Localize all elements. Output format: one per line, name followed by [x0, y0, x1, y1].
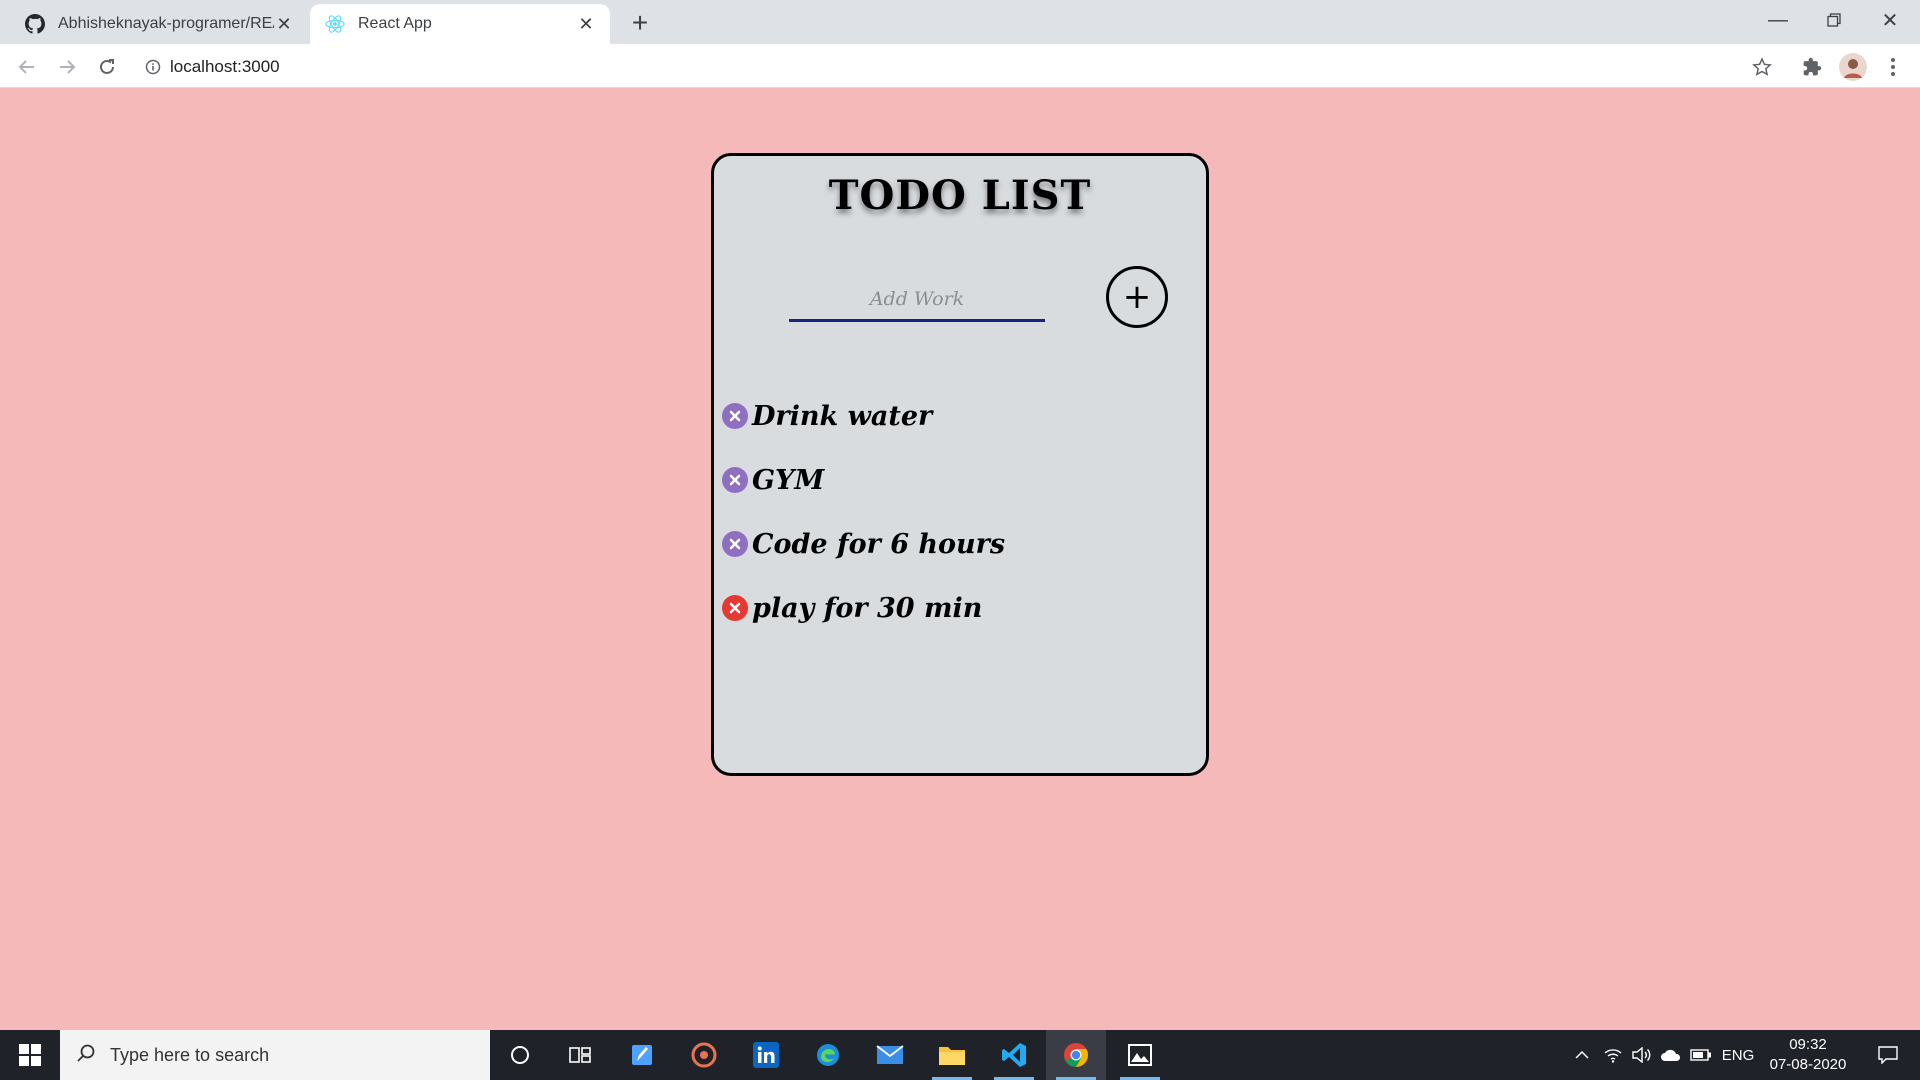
- todo-list: Drink water GYM Code for 6 hours play fo…: [722, 384, 1202, 640]
- bookmark-star-icon[interactable]: [1745, 50, 1779, 84]
- edge-browser-icon[interactable]: [798, 1030, 858, 1080]
- tab-title: React App: [358, 15, 432, 32]
- photos-icon[interactable]: [1110, 1030, 1170, 1080]
- todo-text: GYM: [752, 464, 825, 496]
- page-title: TODO LIST: [828, 172, 1092, 219]
- tab-github[interactable]: Abhisheknayak-programer/REAC ✕: [10, 4, 308, 44]
- todo-text: Code for 6 hours: [752, 528, 1006, 560]
- list-item: play for 30 min: [722, 576, 1202, 640]
- menu-dots-icon[interactable]: [1876, 50, 1910, 84]
- profile-avatar[interactable]: [1836, 50, 1870, 84]
- restore-icon[interactable]: [1806, 0, 1862, 40]
- tab-title: Abhisheknayak-programer/REAC: [58, 15, 274, 32]
- vscode-icon[interactable]: [984, 1030, 1044, 1080]
- extensions-puzzle-icon[interactable]: [1795, 50, 1829, 84]
- language-indicator[interactable]: ENG: [1718, 1030, 1758, 1080]
- delete-x-icon[interactable]: [722, 595, 748, 621]
- chrome-icon[interactable]: [1046, 1030, 1106, 1080]
- new-tab-button[interactable]: +: [622, 6, 658, 42]
- file-explorer-icon[interactable]: [922, 1030, 982, 1080]
- clock-time: 09:32: [1789, 1036, 1827, 1053]
- github-icon: [24, 13, 46, 35]
- search-icon: [76, 1043, 96, 1068]
- cortana-icon[interactable]: [490, 1030, 550, 1080]
- todo-text: play for 30 min: [752, 592, 983, 624]
- delete-x-icon[interactable]: [722, 467, 748, 493]
- page-background: TODO LIST + Drink water GYM Code for 6 h: [0, 88, 1920, 1030]
- media-player-icon[interactable]: [674, 1030, 734, 1080]
- linkedin-icon[interactable]: [736, 1030, 796, 1080]
- back-arrow-icon[interactable]: [10, 50, 44, 84]
- task-view-icon[interactable]: [550, 1030, 610, 1080]
- action-center-notification-icon[interactable]: [1868, 1030, 1908, 1080]
- url-text: localhost:3000: [170, 57, 280, 76]
- volume-speaker-icon[interactable]: [1628, 1030, 1654, 1080]
- list-item: GYM: [722, 448, 1202, 512]
- search-placeholder: Type here to search: [110, 1044, 270, 1065]
- tab-react-app[interactable]: React App ✕: [310, 4, 610, 44]
- delete-x-icon[interactable]: [722, 403, 748, 429]
- close-window-icon[interactable]: ✕: [1862, 0, 1918, 40]
- info-icon[interactable]: [136, 59, 170, 75]
- add-work-input[interactable]: [789, 278, 1045, 322]
- taskbar-clock[interactable]: 09:32 07-08-2020: [1760, 1035, 1856, 1075]
- todo-card: TODO LIST + Drink water GYM Code for 6 h: [711, 153, 1209, 776]
- todo-text: Drink water: [752, 400, 933, 432]
- windows-taskbar: Type here to search ENG 09:32 07-08-2020: [0, 1030, 1920, 1080]
- add-button[interactable]: +: [1106, 266, 1168, 328]
- react-icon: [324, 13, 346, 35]
- notepad-pen-icon[interactable]: [612, 1030, 672, 1080]
- onedrive-cloud-icon[interactable]: [1657, 1030, 1685, 1080]
- browser-toolbar: localhost:3000: [0, 44, 1920, 88]
- minimize-icon[interactable]: —: [1750, 0, 1806, 40]
- address-bar[interactable]: localhost:3000: [136, 49, 1786, 85]
- list-item: Drink water: [722, 384, 1202, 448]
- forward-arrow-icon[interactable]: [50, 50, 84, 84]
- reload-icon[interactable]: [90, 50, 124, 84]
- delete-x-icon[interactable]: [722, 531, 748, 557]
- close-icon[interactable]: ✕: [274, 14, 294, 35]
- windows-start-icon[interactable]: [0, 1030, 60, 1080]
- clock-date: 07-08-2020: [1769, 1056, 1847, 1073]
- taskbar-search-box[interactable]: Type here to search: [60, 1030, 490, 1080]
- browser-tab-bar: Abhisheknayak-programer/REAC ✕ React App…: [0, 0, 1920, 44]
- battery-icon[interactable]: [1688, 1030, 1714, 1080]
- mail-icon[interactable]: [860, 1030, 920, 1080]
- close-icon[interactable]: ✕: [576, 14, 596, 35]
- network-wifi-icon[interactable]: [1600, 1030, 1626, 1080]
- show-hidden-icons-chevron-icon[interactable]: [1570, 1030, 1594, 1080]
- list-item: Code for 6 hours: [722, 512, 1202, 576]
